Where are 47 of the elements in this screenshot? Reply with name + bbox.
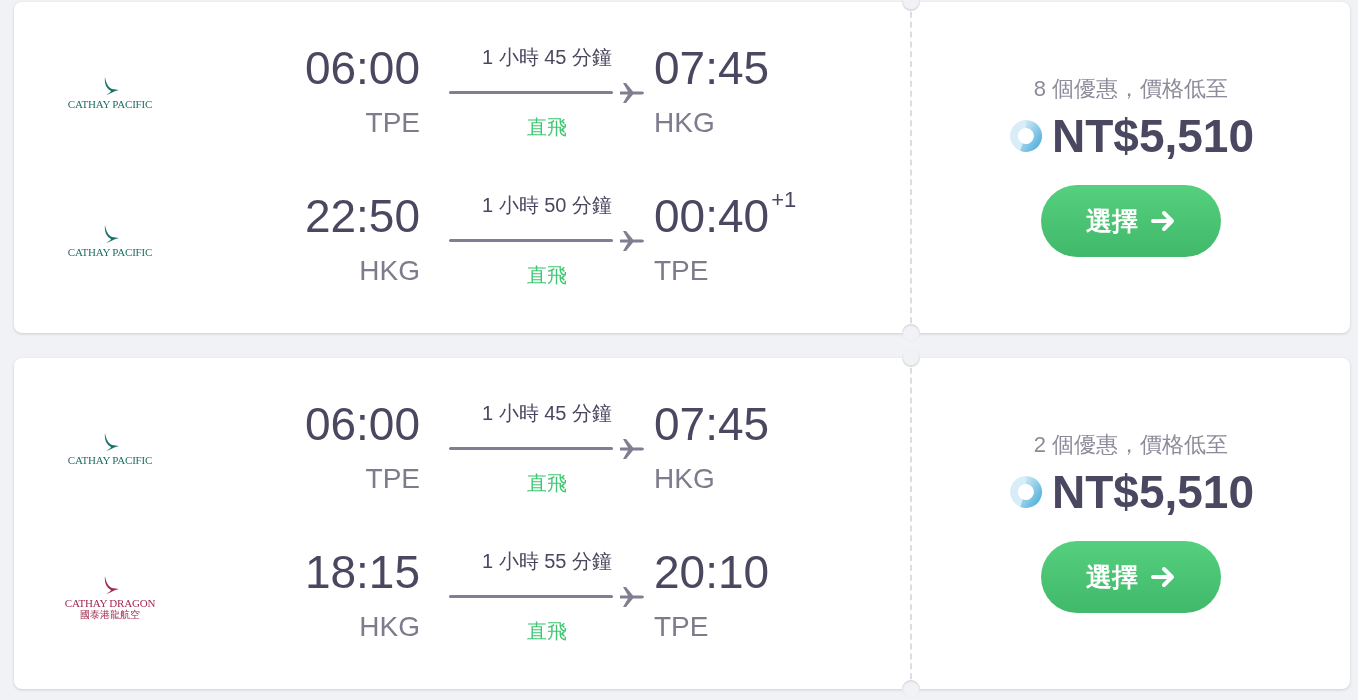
airport-code: TPE bbox=[365, 464, 420, 493]
airport-code: HKG bbox=[654, 464, 715, 493]
stops-text: 直飛 bbox=[527, 116, 567, 137]
departure-time: 22:50 bbox=[303, 192, 420, 239]
logo-text: CATHAY PACIFIC bbox=[67, 454, 153, 467]
offers-text: 8 個優惠，價格低至 bbox=[1033, 75, 1229, 103]
airport-code: HKG bbox=[654, 108, 715, 137]
logo-text: CATHAY DRAGON bbox=[64, 596, 156, 609]
arrival-time: 07:45 bbox=[654, 400, 770, 447]
airport-code: HKG bbox=[359, 256, 420, 285]
day-offset: +1 bbox=[771, 188, 797, 214]
plane-icon bbox=[619, 228, 645, 253]
stops-text: 直飛 bbox=[527, 620, 567, 641]
offers-text: 2 個優惠，價格低至 bbox=[1033, 431, 1229, 459]
departure-time: 06:00 bbox=[303, 44, 420, 91]
airport-code: TPE bbox=[654, 612, 709, 641]
stops-text: 直飛 bbox=[527, 472, 567, 493]
duration-text: 1 小時 45 分鐘 bbox=[481, 402, 612, 423]
ticket-notch bbox=[902, 349, 920, 367]
ring-icon bbox=[1008, 118, 1044, 154]
airport-code: HKG bbox=[359, 612, 420, 641]
price-text: NT$5,510 bbox=[1052, 469, 1254, 515]
logo-text: 國泰港龍航空 bbox=[80, 609, 140, 621]
plane-icon bbox=[619, 80, 645, 105]
plane-icon bbox=[619, 436, 645, 461]
select-button[interactable]: 選擇 bbox=[1041, 541, 1221, 613]
duration-text: 1 小時 55 分鐘 bbox=[481, 550, 612, 571]
ticket-notch bbox=[902, 680, 920, 698]
price-text: NT$5,510 bbox=[1052, 113, 1254, 159]
stops-text: 直飛 bbox=[527, 264, 567, 285]
duration-text: 1 小時 50 分鐘 bbox=[481, 194, 612, 215]
departure-time: 06:00 bbox=[303, 400, 420, 447]
logo-text: CATHAY PACIFIC bbox=[67, 246, 153, 259]
logo-text: CATHAY PACIFIC bbox=[67, 98, 153, 111]
airport-code: TPE bbox=[654, 256, 709, 285]
departure-time: 18:15 bbox=[303, 548, 420, 595]
arrow-icon bbox=[1150, 566, 1176, 588]
airport-code: TPE bbox=[365, 108, 420, 137]
ring-icon bbox=[1008, 474, 1044, 510]
duration-text: 1 小時 45 分鐘 bbox=[481, 46, 612, 67]
plane-icon bbox=[619, 584, 645, 609]
ticket-notch bbox=[902, 324, 920, 342]
arrival-time: 07:45 bbox=[654, 44, 770, 91]
arrow-icon bbox=[1150, 210, 1176, 232]
select-button[interactable]: 選擇 bbox=[1041, 185, 1221, 257]
arrival-time: 20:10 bbox=[654, 548, 770, 595]
arrival-time: 00:40 bbox=[654, 192, 770, 239]
